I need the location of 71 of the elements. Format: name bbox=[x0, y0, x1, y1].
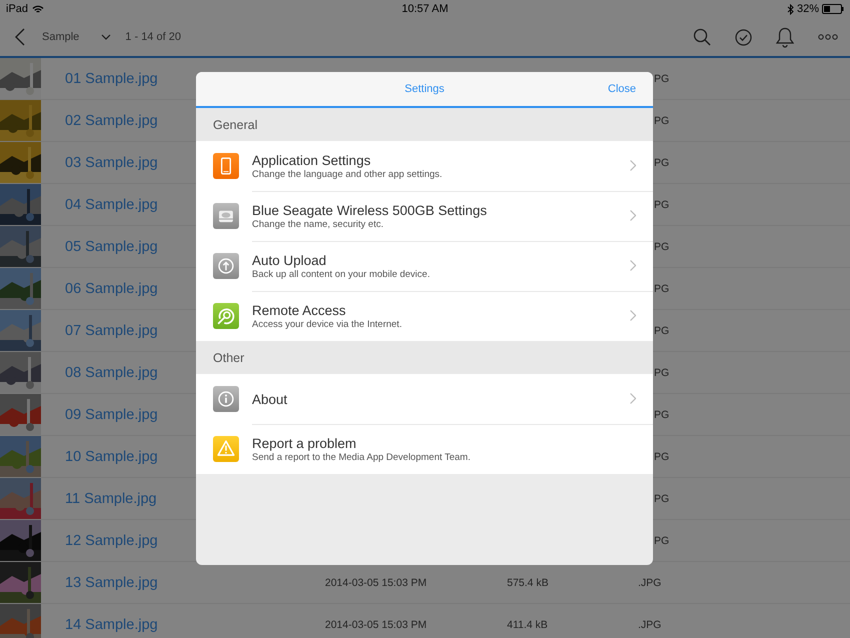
settings-item[interactable]: About bbox=[196, 374, 653, 424]
more-button[interactable] bbox=[818, 34, 838, 40]
file-size: 575.4 kB bbox=[507, 576, 550, 588]
file-type: .JPG bbox=[638, 618, 662, 630]
clock-time: 10:57 AM bbox=[402, 3, 448, 15]
item-title: About bbox=[252, 392, 288, 406]
file-name[interactable]: 04 Sample.jpg bbox=[65, 196, 158, 212]
file-name[interactable]: 09 Sample.jpg bbox=[65, 406, 158, 422]
info-icon bbox=[213, 386, 239, 412]
folder-name[interactable]: Sample bbox=[42, 31, 80, 43]
item-title: Auto Upload bbox=[252, 253, 328, 268]
settings-item[interactable]: Report a problem Send a report to the Media App Development Team. bbox=[196, 424, 653, 474]
settings-item[interactable]: Application Settings Change the language and other app settings. bbox=[196, 141, 653, 191]
item-title: Blue Seagate Wireless 500GB Settings bbox=[252, 203, 488, 218]
file-name[interactable]: 11 Sample.jpg bbox=[65, 490, 157, 506]
file-name[interactable]: 05 Sample.jpg bbox=[65, 238, 158, 254]
bluetooth-icon bbox=[786, 4, 794, 14]
file-name[interactable]: 07 Sample.jpg bbox=[65, 322, 158, 338]
file-date: 2014-03-05 15:03 PM bbox=[325, 618, 428, 630]
settings-item[interactable]: Remote Access Access your device via the Internet. bbox=[196, 291, 653, 341]
file-name[interactable]: 06 Sample.jpg bbox=[65, 280, 158, 296]
remote-icon bbox=[213, 303, 239, 329]
file-type: PG bbox=[654, 156, 670, 168]
item-description: Send a report to the Media App Development Team. bbox=[252, 452, 472, 463]
item-title: Remote Access bbox=[252, 303, 347, 318]
caret-icon[interactable] bbox=[101, 34, 112, 40]
file-type: PG bbox=[654, 366, 670, 378]
file-type: PG bbox=[654, 534, 670, 546]
back-button[interactable] bbox=[13, 27, 27, 47]
device-name: iPad bbox=[6, 3, 28, 15]
file-type: PG bbox=[654, 408, 670, 420]
file-type: PG bbox=[654, 72, 670, 84]
file-name[interactable]: 02 Sample.jpg bbox=[65, 112, 158, 128]
select-button[interactable] bbox=[735, 28, 752, 46]
item-description: Change the language and other app settings. bbox=[252, 168, 444, 180]
item-description: Access your device via the Internet. bbox=[252, 319, 403, 330]
file-name[interactable]: 13 Sample.jpg bbox=[65, 574, 158, 590]
item-range: 1 - 14 of 20 bbox=[125, 31, 181, 43]
file-name[interactable]: 12 Sample.jpg bbox=[65, 532, 158, 548]
file-type: PG bbox=[654, 282, 670, 294]
notifications-button[interactable] bbox=[776, 26, 794, 48]
battery-icon bbox=[822, 4, 844, 14]
drive-icon bbox=[213, 203, 239, 229]
file-type: PG bbox=[654, 324, 670, 336]
item-description: Change the name, security etc. bbox=[252, 219, 384, 230]
battery-percent: 32% bbox=[796, 3, 819, 15]
warning-icon bbox=[213, 436, 239, 462]
file-type: PG bbox=[654, 114, 670, 126]
item-description: Back up all content on your mobile device. bbox=[252, 269, 431, 280]
file-name[interactable]: 08 Sample.jpg bbox=[65, 364, 158, 380]
file-name[interactable]: 10 Sample.jpg bbox=[65, 448, 158, 464]
file-type: PG bbox=[654, 240, 670, 252]
search-button[interactable] bbox=[693, 28, 711, 46]
upload-icon bbox=[213, 253, 239, 279]
phone-icon bbox=[213, 153, 239, 179]
file-type: PG bbox=[654, 450, 670, 462]
file-type: .JPG bbox=[638, 576, 662, 588]
item-title: Report a problem bbox=[252, 436, 358, 451]
file-name[interactable]: 14 Sample.jpg bbox=[65, 616, 158, 632]
close-button[interactable]: Close bbox=[608, 83, 636, 95]
file-type: PG bbox=[654, 198, 670, 210]
item-title: Application Settings bbox=[252, 152, 372, 168]
file-date: 2014-03-05 15:03 PM bbox=[325, 576, 428, 588]
file-size: 411.4 kB bbox=[507, 618, 549, 630]
file-name[interactable]: 03 Sample.jpg bbox=[65, 154, 158, 170]
settings-item[interactable]: Auto Upload Back up all content on your mobile device. bbox=[196, 241, 653, 291]
settings-item[interactable]: Blue Seagate Wireless 500GB Settings Change the name, security etc. bbox=[196, 191, 653, 241]
dialog-title: Settings bbox=[404, 83, 444, 95]
wifi-icon bbox=[32, 4, 44, 14]
file-type: PG bbox=[654, 492, 670, 504]
file-name[interactable]: 01 Sample.jpg bbox=[65, 70, 158, 86]
